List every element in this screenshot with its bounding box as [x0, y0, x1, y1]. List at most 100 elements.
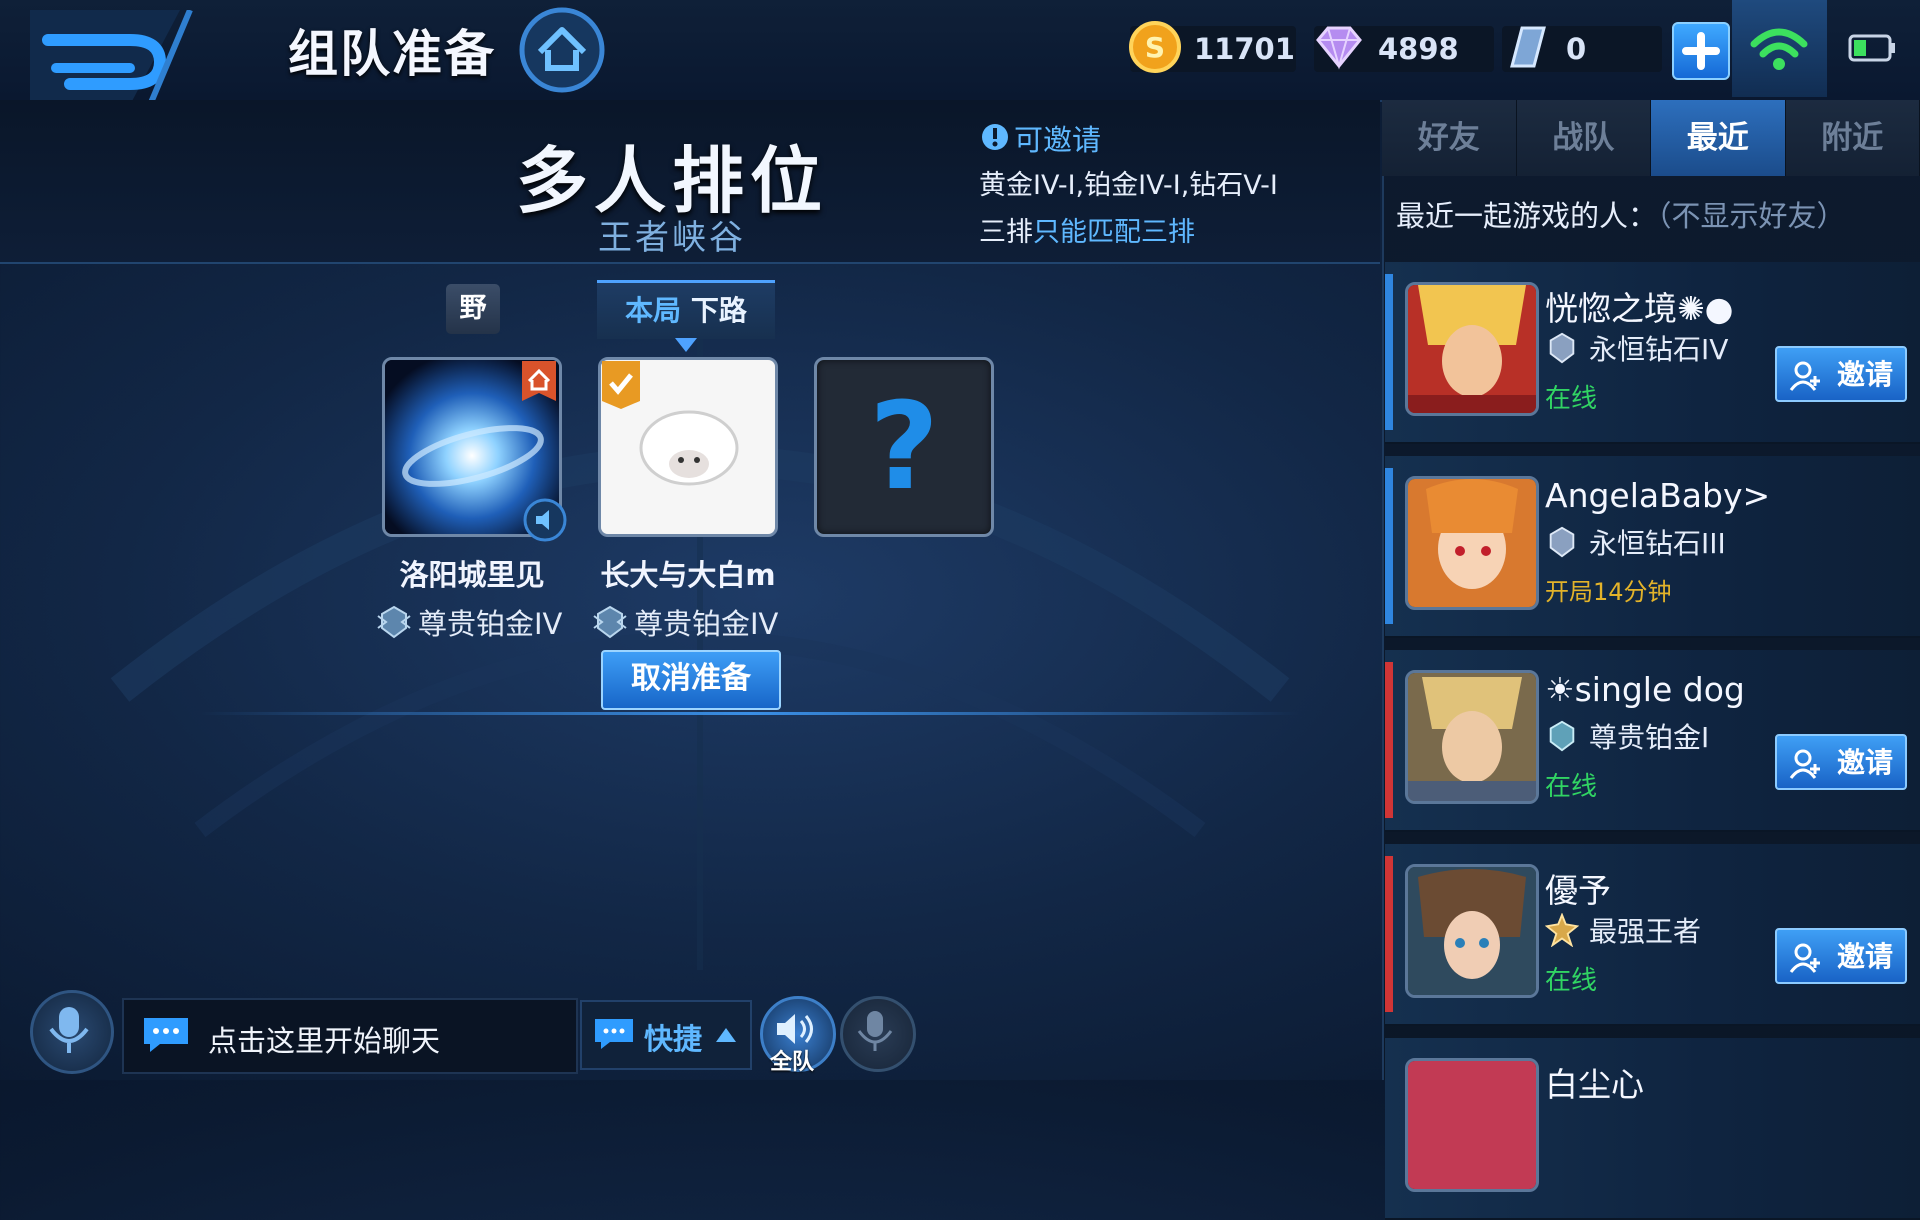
avatar	[1405, 670, 1539, 804]
add-user-icon	[1787, 358, 1823, 394]
hero-portrait-image	[1408, 479, 1536, 607]
platinum-rank-icon	[1545, 719, 1579, 753]
friend-name: 恍惚之境✺●	[1545, 282, 1733, 330]
platinum-rank-icon	[592, 604, 628, 640]
invite-rule-title: 可邀请	[1014, 117, 1101, 159]
svg-text:S: S	[1145, 31, 1165, 64]
player-rank-2: 尊贵铂金IV	[592, 602, 778, 642]
voucher-counter: 0	[1502, 26, 1662, 72]
recharge-button[interactable]	[1672, 22, 1730, 80]
player-name-1: 洛阳城里见	[362, 552, 582, 594]
divider-line	[200, 712, 1300, 715]
diamond-rank-icon	[1545, 525, 1579, 559]
voice-chat-button[interactable]	[30, 990, 114, 1074]
gold-coin-icon: S	[1124, 16, 1186, 78]
match-rule: 三排只能匹配三排	[979, 210, 1195, 249]
recent-list-title: 最近一起游戏的人：（不显示好友）	[1396, 193, 1846, 235]
hero-portrait-image	[1408, 673, 1536, 801]
home-button[interactable]	[518, 6, 606, 94]
friend-name: 白尘心	[1545, 1058, 1644, 1106]
list-item[interactable]: ☀single dog 尊贵铂金I 在线 邀请	[1385, 650, 1920, 832]
diamond-icon	[1308, 16, 1370, 78]
row-accent	[1385, 856, 1393, 1012]
rank-range: 黄金IV-I,铂金IV-I,钻石V-I	[979, 163, 1278, 202]
gold-value: 11701	[1194, 32, 1295, 66]
king-rank-icon	[1545, 913, 1579, 947]
invite-button[interactable]: 邀请	[1775, 734, 1907, 790]
microphone-icon	[33, 993, 105, 1065]
invite-button[interactable]: 邀请	[1775, 346, 1907, 402]
tab-team[interactable]: 战队	[1517, 100, 1652, 176]
quick-chat-label: 快捷	[644, 1016, 702, 1058]
home-icon	[518, 6, 606, 94]
quick-chat-button[interactable]: 快捷	[580, 1000, 752, 1070]
add-user-icon	[1787, 746, 1823, 782]
room-owner-icon	[522, 361, 556, 401]
online-status: 在线	[1545, 960, 1597, 997]
list-item[interactable]: 白尘心	[1385, 1038, 1920, 1220]
plus-icon	[1674, 24, 1728, 78]
chevron-up-icon	[716, 1028, 736, 1042]
lane-tag-jungle: 野	[446, 284, 500, 334]
question-mark-icon: ?	[817, 378, 991, 518]
avatar	[1405, 282, 1539, 416]
friend-rank: 最强王者	[1545, 910, 1701, 950]
battery-indicator	[1848, 34, 1896, 62]
row-accent	[1385, 662, 1393, 818]
chevron-down-icon	[675, 338, 697, 352]
map-name: 王者峡谷	[598, 210, 746, 259]
back-button[interactable]	[30, 10, 220, 105]
player-name-2: 长大与大白m	[578, 552, 798, 594]
wifi-icon	[1732, 0, 1827, 97]
friend-rank: 永恒钻石III	[1545, 522, 1726, 562]
empty-slot[interactable]: ?	[814, 357, 994, 537]
tab-nearby[interactable]: 附近	[1786, 100, 1920, 176]
current-lane-selector[interactable]: 本局 下路	[597, 280, 775, 339]
platinum-rank-icon	[376, 604, 412, 640]
cancel-ready-button[interactable]: 取消准备	[601, 650, 781, 710]
ready-check-icon	[602, 361, 640, 409]
friend-rank: 尊贵铂金I	[1545, 716, 1709, 756]
player-rank-1: 尊贵铂金IV	[376, 602, 562, 642]
player-slot-1[interactable]	[382, 357, 562, 537]
row-accent	[1385, 274, 1393, 430]
friend-rank: 永恒钻石IV	[1545, 328, 1728, 368]
mic-toggle-button[interactable]	[840, 996, 916, 1072]
list-item[interactable]: AngelaBaby> 永恒钻石III 开局14分钟	[1385, 456, 1920, 638]
player-slot-2[interactable]	[598, 357, 778, 537]
chat-bubble-icon	[592, 1016, 636, 1052]
wifi-indicator	[1732, 0, 1827, 97]
avatar	[1405, 476, 1539, 610]
avatar	[1405, 1058, 1539, 1192]
friend-name: AngelaBaby>	[1545, 476, 1770, 515]
friend-name: ☀single dog	[1545, 670, 1745, 709]
gem-counter: 4898	[1314, 26, 1494, 72]
battery-icon	[1848, 34, 1896, 62]
speaker-icon	[522, 497, 568, 543]
tab-friends[interactable]: 好友	[1382, 100, 1517, 176]
invite-button[interactable]: 邀请	[1775, 928, 1907, 984]
friend-name: 優予	[1545, 864, 1611, 912]
chat-input[interactable]: 点击这里开始聊天	[122, 998, 578, 1074]
page-title: 组队准备	[288, 14, 496, 86]
back-arrow-icon	[30, 10, 220, 105]
voucher-value: 0	[1566, 32, 1586, 66]
diamond-rank-icon	[1545, 331, 1579, 365]
team-voice-label: 全队	[770, 1044, 814, 1076]
info-icon	[980, 122, 1010, 152]
microphone-muted-icon	[843, 999, 907, 1063]
in-game-status: 开局14分钟	[1545, 572, 1672, 607]
add-user-icon	[1787, 940, 1823, 976]
gem-value: 4898	[1378, 32, 1459, 66]
tab-recent[interactable]: 最近	[1651, 100, 1786, 176]
online-status: 在线	[1545, 378, 1597, 415]
list-item[interactable]: 恍惚之境✺● 永恒钻石IV 在线 邀请	[1385, 262, 1920, 444]
gold-counter: S 11701	[1130, 26, 1296, 72]
friends-tabs: 好友 战队 最近 附近	[1382, 100, 1920, 176]
list-item[interactable]: 優予 最强王者 在线 邀请	[1385, 844, 1920, 1026]
avatar	[1405, 864, 1539, 998]
chat-bubble-icon	[140, 1014, 192, 1054]
row-accent	[1385, 468, 1393, 624]
voucher-icon	[1496, 16, 1558, 78]
hero-portrait-image	[1408, 867, 1536, 995]
